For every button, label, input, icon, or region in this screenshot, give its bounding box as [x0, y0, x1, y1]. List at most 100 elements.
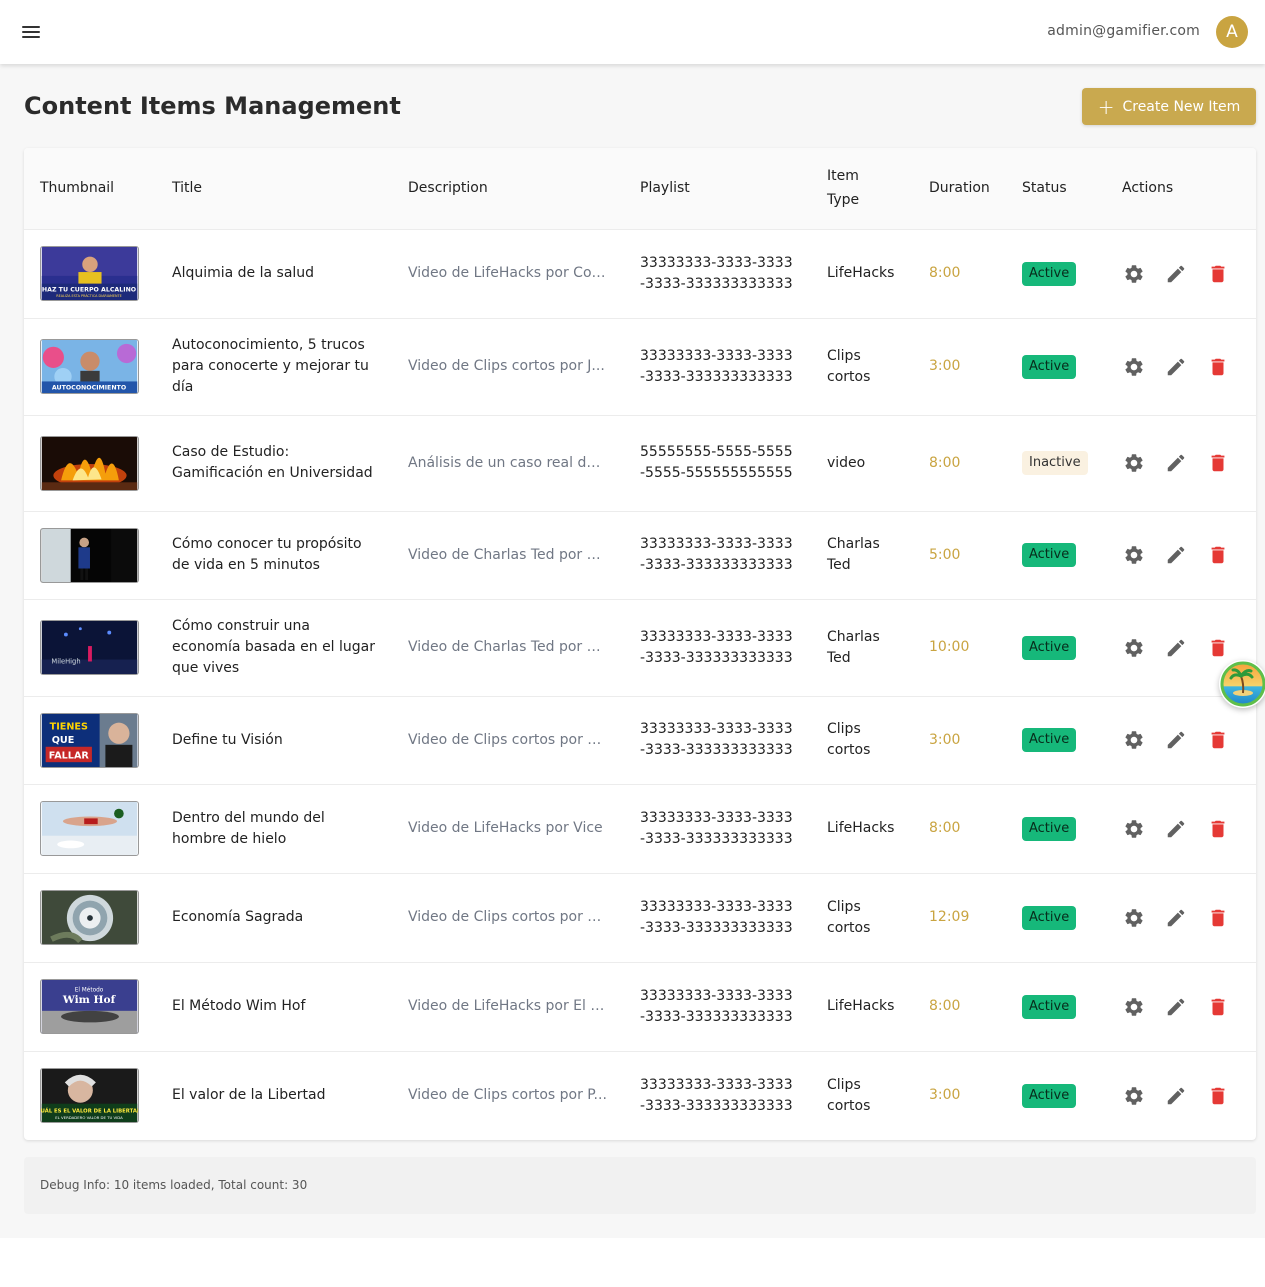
pencil-icon[interactable] — [1164, 543, 1188, 567]
trash-icon[interactable] — [1206, 543, 1230, 567]
avatar[interactable]: A — [1216, 16, 1248, 48]
thumbnail-cell: AUTOCONOCIMIENTO — [24, 318, 156, 415]
trash-icon[interactable] — [1206, 1084, 1230, 1108]
title-cell: Dentro del mundo del hombre de hielo — [172, 809, 325, 847]
title-cell: El valor de la Libertad — [172, 1087, 326, 1104]
playlist-cell: 33333333-3333-3333-3333-333333333333 — [640, 347, 793, 385]
gear-icon[interactable] — [1122, 906, 1146, 930]
pencil-icon[interactable] — [1164, 355, 1188, 379]
gear-icon[interactable] — [1122, 262, 1146, 286]
duration-cell: 3:00 — [929, 1087, 961, 1104]
title-cell: Cómo construir una economía basada en el… — [172, 618, 375, 676]
table-row[interactable]: HAZ TU CUERPO ALCALINO REALIZA ESTA PRÁCT… — [24, 229, 1256, 318]
actions-cell — [1106, 962, 1256, 1051]
thumbnail-image[interactable]: AUTOCONOCIMIENTO — [40, 339, 139, 394]
actions-cell — [1106, 415, 1256, 511]
column-header-status: Status — [1022, 180, 1067, 197]
thumbnail-image[interactable] — [40, 801, 139, 856]
gear-icon[interactable] — [1122, 817, 1146, 841]
trash-icon[interactable] — [1206, 451, 1230, 475]
trash-icon[interactable] — [1206, 636, 1230, 660]
gear-icon[interactable] — [1122, 995, 1146, 1019]
trash-icon[interactable] — [1206, 906, 1230, 930]
table-row[interactable]: AUTOCONOCIMIENTO Autoconocimiento, 5 tru… — [24, 318, 1256, 415]
hamburger-menu-icon[interactable] — [16, 20, 48, 44]
table-row[interactable]: ¿CUÁL ES EL VALOR DE LA LIBERTAD?EL VERD… — [24, 1051, 1256, 1140]
duration-cell: 3:00 — [929, 358, 961, 374]
user-email: admin@gamifier.com — [1047, 23, 1200, 39]
gear-icon[interactable] — [1122, 543, 1146, 567]
create-new-item-button[interactable]: + Create New Item — [1082, 88, 1256, 125]
item-type-cell: Charlas Ted — [827, 536, 880, 573]
status-cell: Active — [1006, 511, 1106, 599]
pencil-icon[interactable] — [1164, 728, 1188, 752]
title-cell: Caso de Estudio: Gamificación en Univers… — [172, 444, 373, 481]
thumbnail-image[interactable] — [40, 890, 139, 945]
table-header-row: Thumbnail Title Description Playlist Ite… — [24, 148, 1256, 229]
pencil-icon[interactable] — [1164, 817, 1188, 841]
thumbnail-image[interactable] — [40, 435, 139, 491]
trash-icon[interactable] — [1206, 262, 1230, 286]
thumbnail-image[interactable]: MileHigh — [40, 620, 139, 675]
thumbnail-image[interactable]: ¿CUÁL ES EL VALOR DE LA LIBERTAD?EL VERD… — [40, 1068, 139, 1124]
description-cell: Video de Clips cortos por P... — [408, 1087, 607, 1104]
main-content: Content Items Management + Create New It… — [0, 64, 1265, 1238]
column-header-item-type: Item Type — [827, 168, 860, 209]
description-cell: Video de LifeHacks por El S... — [408, 998, 613, 1014]
duration-cell: 3:00 — [929, 731, 961, 748]
gear-icon[interactable] — [1122, 451, 1146, 475]
trash-icon[interactable] — [1206, 728, 1230, 752]
gear-icon[interactable] — [1122, 636, 1146, 660]
table-row[interactable]: MileHigh Cómo construir una economía bas… — [24, 599, 1256, 696]
item-type-cell: Charlas Ted — [827, 628, 880, 666]
column-header-thumbnail: Thumbnail — [40, 180, 115, 197]
svg-text:REALIZA ESTA PRÁCTICA DIARIAME: REALIZA ESTA PRÁCTICA DIARIAMENTE — [56, 293, 121, 298]
item-type-cell: LifeHacks — [827, 265, 895, 281]
page-title: Content Items Management — [24, 92, 401, 120]
column-header-description: Description — [408, 180, 488, 197]
column-header-playlist: Playlist — [640, 180, 690, 197]
playlist-cell: 55555555-5555-5555-5555-555555555555 — [640, 444, 793, 481]
playlist-cell: 33333333-3333-3333-3333-333333333333 — [640, 536, 793, 573]
table-row[interactable]: Economía Sagrada Video de Clips cortos p… — [24, 873, 1256, 962]
table-row[interactable]: Cómo conocer tu propósito de vida en 5 m… — [24, 511, 1256, 599]
playlist-cell: 33333333-3333-3333-3333-333333333333 — [640, 254, 793, 292]
status-badge: Inactive — [1022, 451, 1088, 475]
content-items-table: Thumbnail Title Description Playlist Ite… — [24, 148, 1256, 1140]
status-badge: Active — [1022, 728, 1077, 752]
gear-icon[interactable] — [1122, 355, 1146, 379]
thumbnail-cell — [24, 873, 156, 962]
trash-icon[interactable] — [1206, 995, 1230, 1019]
beach-island-icon[interactable] — [1219, 660, 1265, 708]
pencil-icon[interactable] — [1164, 262, 1188, 286]
duration-cell: 5:00 — [929, 546, 961, 563]
pencil-icon[interactable] — [1164, 451, 1188, 475]
thumbnail-image[interactable] — [40, 527, 139, 583]
table-row[interactable]: El Método Wim Hof El Método Wim Hof Video… — [24, 962, 1256, 1051]
gear-icon[interactable] — [1122, 728, 1146, 752]
playlist-cell: 33333333-3333-3333-3333-333333333333 — [640, 1076, 793, 1114]
pencil-icon[interactable] — [1164, 995, 1188, 1019]
status-badge: Active — [1022, 261, 1077, 286]
status-cell: Active — [1006, 599, 1106, 696]
description-cell: Video de Clips cortos por J... — [408, 358, 605, 374]
pencil-icon[interactable] — [1164, 906, 1188, 930]
pencil-icon[interactable] — [1164, 1084, 1188, 1108]
thumbnail-cell: HAZ TU CUERPO ALCALINO REALIZA ESTA PRÁCT… — [24, 229, 156, 318]
playlist-cell: 33333333-3333-3333-3333-333333333333 — [640, 721, 793, 758]
status-cell: Active — [1006, 873, 1106, 962]
thumbnail-image[interactable]: El Método Wim Hof — [40, 979, 139, 1034]
duration-cell: 12:09 — [929, 909, 970, 925]
table-row[interactable]: Caso de Estudio: Gamificación en Univers… — [24, 415, 1256, 511]
thumbnail-image[interactable]: TIENES QUE FALLAR — [40, 712, 139, 768]
trash-icon[interactable] — [1206, 355, 1230, 379]
gear-icon[interactable] — [1122, 1084, 1146, 1108]
description-cell: Video de LifeHacks por Vice — [408, 820, 603, 836]
table-row[interactable]: Dentro del mundo del hombre de hielo Vid… — [24, 784, 1256, 873]
title-cell: Autoconocimiento, 5 trucos para conocert… — [172, 337, 369, 395]
table-row[interactable]: TIENES QUE FALLAR Define tu Visión Video d… — [24, 696, 1256, 784]
trash-icon[interactable] — [1206, 817, 1230, 841]
status-badge: Active — [1022, 635, 1077, 660]
pencil-icon[interactable] — [1164, 636, 1188, 660]
thumbnail-image[interactable]: HAZ TU CUERPO ALCALINO REALIZA ESTA PRÁCT… — [40, 246, 139, 301]
